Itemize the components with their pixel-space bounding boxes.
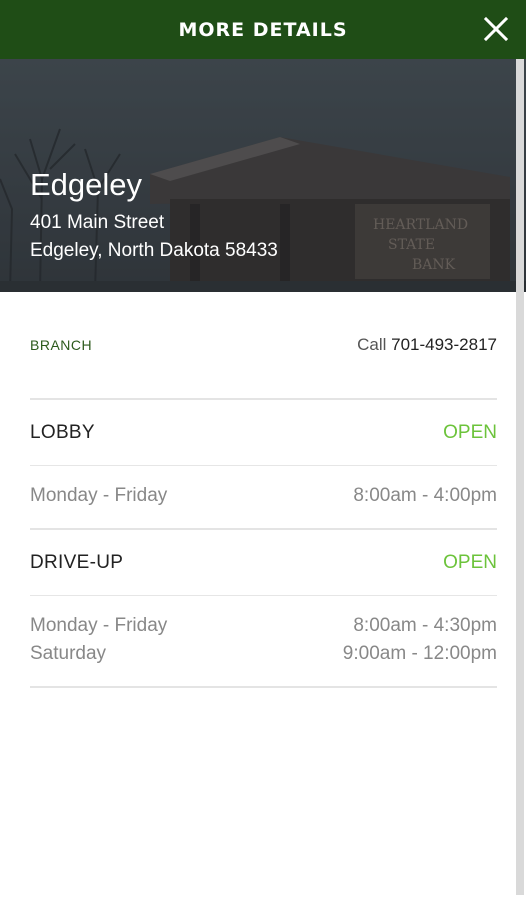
page-title: MORE DETAILS [178,18,348,41]
hours-days: Saturday [30,643,107,664]
hours-row: Saturday 9:00am - 12:00pm [30,640,497,668]
call-link[interactable]: Call 701-493-2817 [357,335,497,355]
branch-name: Edgeley [30,167,143,202]
hours-row: Monday - Friday 8:00am - 4:00pm [30,482,497,510]
details-panel: BRANCH Call 701-493-2817 LOBBY OPEN Mond… [30,292,497,688]
drive-up-hours: Monday - Friday 8:00am - 4:30pm Saturday… [30,596,497,688]
close-icon [483,16,509,42]
hours-time: 8:00am - 4:00pm [353,485,497,506]
drive-up-header: DRIVE-UP OPEN [30,530,497,596]
branch-row: BRANCH Call 701-493-2817 [30,292,497,400]
hours-time: 8:00am - 4:30pm [353,615,497,636]
hours-time: 9:00am - 12:00pm [342,643,497,664]
lobby-title: LOBBY [30,421,95,443]
scrollbar[interactable] [516,59,524,895]
branch-info: Edgeley 401 Main Street Edgeley, North D… [30,165,278,265]
address-line1: 401 Main Street [30,212,165,233]
branch-photo: HEARTLAND STATE BANK Edgeley 401 Main St… [0,59,526,292]
branch-label: BRANCH [30,337,93,353]
address: 401 Main Street Edgeley, North Dakota 58… [30,209,278,265]
close-button[interactable] [482,15,510,43]
header-bar: MORE DETAILS [0,0,526,59]
hours-days: Monday - Friday [30,615,168,636]
lobby-hours: Monday - Friday 8:00am - 4:00pm [30,466,497,530]
hours-row: Monday - Friday 8:00am - 4:30pm [30,612,497,640]
drive-up-status: OPEN [443,551,497,573]
phone-number[interactable]: 701-493-2817 [391,335,497,354]
lobby-status: OPEN [443,421,497,443]
address-line2: Edgeley, North Dakota 58433 [30,240,278,261]
lobby-header: LOBBY OPEN [30,400,497,466]
call-prefix: Call [357,335,387,354]
hours-days: Monday - Friday [30,485,168,506]
drive-up-title: DRIVE-UP [30,551,124,573]
